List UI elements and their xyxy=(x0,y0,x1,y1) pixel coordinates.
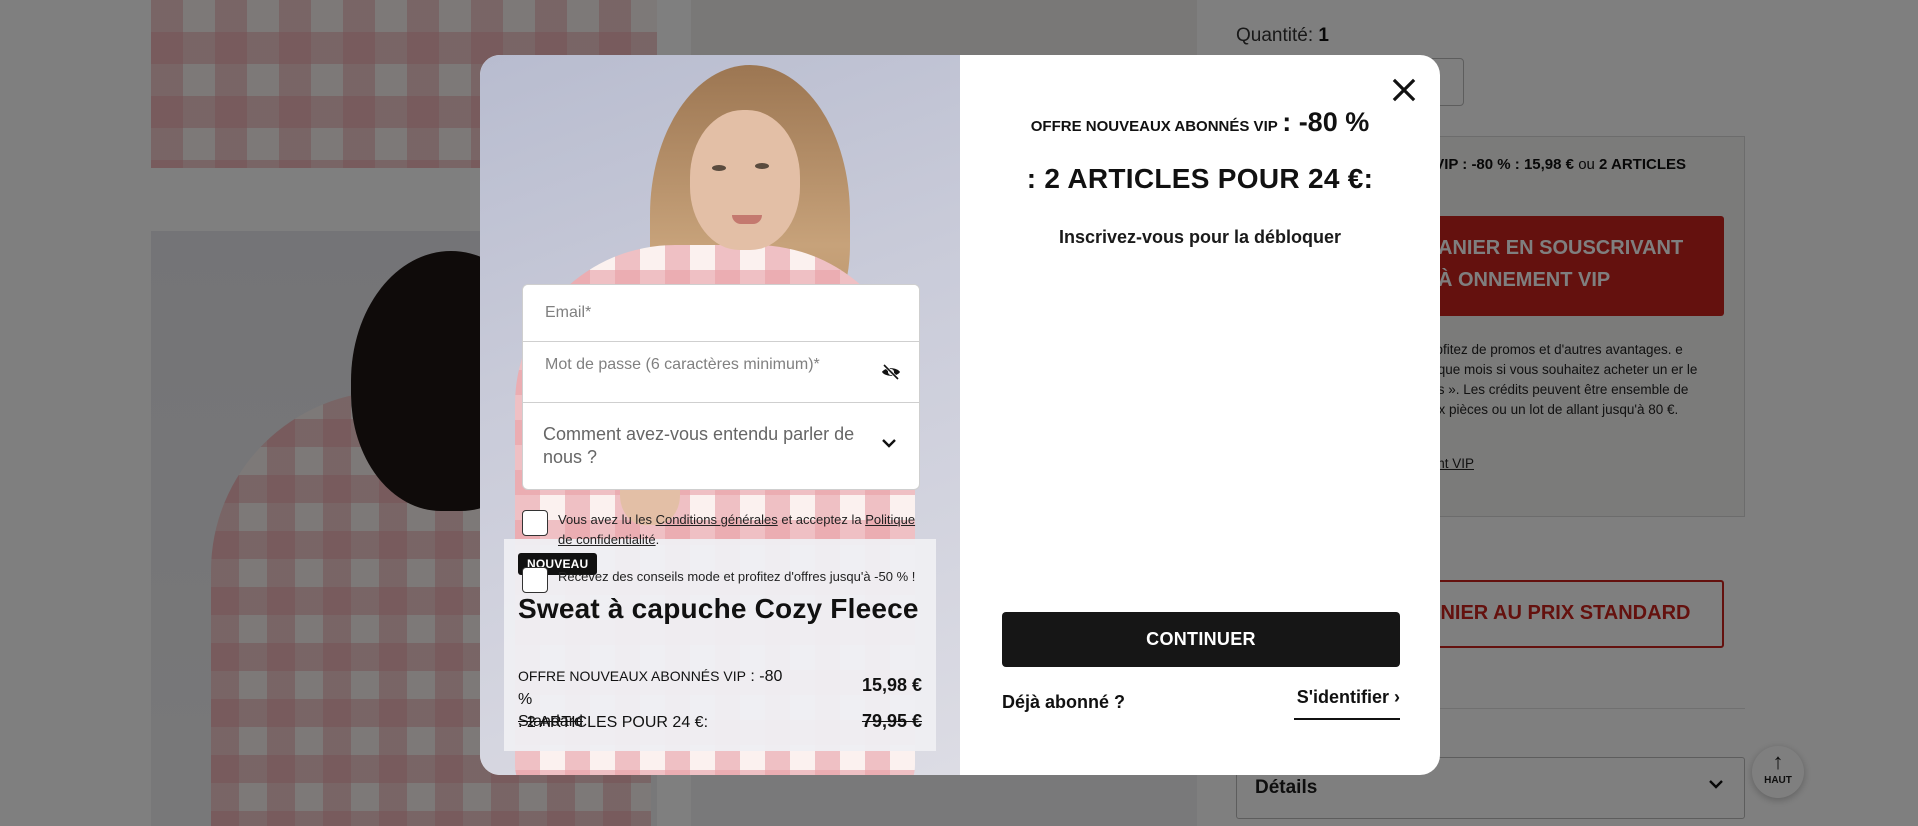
newsletter-checkbox[interactable] xyxy=(522,567,548,593)
close-icon xyxy=(1392,78,1416,102)
offer-headline: OFFRE NOUVEAUX ABONNÉS VIP : -80 % xyxy=(960,107,1440,138)
signup-fields: Comment avez-vous entendu parler de nous… xyxy=(522,284,920,490)
terms-suffix: . xyxy=(655,532,660,547)
model-lips-image xyxy=(732,215,762,224)
login-label: S'identifier xyxy=(1296,687,1389,707)
terms-middle: et acceptez la xyxy=(781,512,862,527)
product-name: Sweat à capuche Cozy Fleece xyxy=(518,593,919,624)
newsletter-row: Recevez des conseils mode et profitez d'… xyxy=(522,567,922,593)
terms-checkbox[interactable] xyxy=(522,510,548,536)
terms-text: Vous avez lu les Conditions générales et… xyxy=(558,510,922,550)
password-field-wrap xyxy=(523,342,919,403)
offer-headline-small: OFFRE NOUVEAUX ABONNÉS VIP xyxy=(1030,118,1278,135)
offer-headline-2: : 2 ARTICLES POUR 24 €: xyxy=(1026,163,1374,194)
signup-form-panel: OFFRE NOUVEAUX ABONNÉS VIP : -80 % : 2 A… xyxy=(960,55,1440,775)
toggle-password-visibility-button[interactable] xyxy=(879,363,903,382)
standard-price-label: Standard xyxy=(518,713,583,730)
chevron-right-icon: › xyxy=(1394,687,1400,707)
signup-subline: Inscrivez-vous pour la débloquer xyxy=(1058,227,1342,247)
terms-prefix: Vous avez lu les xyxy=(558,512,652,527)
terms-link[interactable]: Conditions générales xyxy=(656,512,778,527)
password-field[interactable] xyxy=(523,342,919,402)
model-face-image xyxy=(690,110,800,250)
model-eye-image xyxy=(755,163,769,169)
model-eye-image xyxy=(712,165,726,171)
vip-signup-modal: NOUVEAU Sweat à capuche Cozy Fleece OFFR… xyxy=(480,55,1440,775)
referral-source-label: Comment avez-vous entendu parler de nous… xyxy=(543,424,855,467)
chevron-down-icon xyxy=(882,439,896,448)
continue-button[interactable]: CONTINUER xyxy=(1002,612,1400,667)
email-field[interactable] xyxy=(523,285,919,342)
newsletter-text: Recevez des conseils mode et profitez d'… xyxy=(558,569,916,584)
product-offer-small: OFFRE NOUVEAUX ABONNÉS VIP xyxy=(518,668,746,684)
close-modal-button[interactable] xyxy=(1386,73,1422,109)
eye-off-icon xyxy=(882,363,900,381)
offer-headline-large: : -80 % xyxy=(1282,107,1370,137)
vip-price: 15,98 € xyxy=(861,675,922,695)
standard-price: 79,95 € xyxy=(861,711,922,731)
already-member-text: Déjà abonné ? xyxy=(1002,692,1126,712)
login-link[interactable]: S'identifier › xyxy=(1294,687,1400,720)
referral-source-select[interactable]: Comment avez-vous entendu parler de nous… xyxy=(523,403,919,489)
terms-row: Vous avez lu les Conditions générales et… xyxy=(522,510,922,550)
